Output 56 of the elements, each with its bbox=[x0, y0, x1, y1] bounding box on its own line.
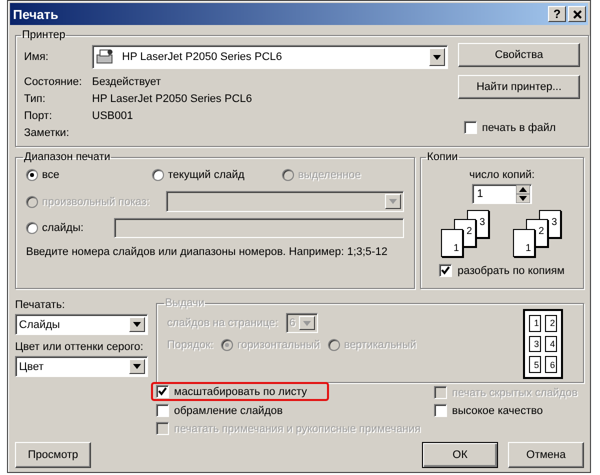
radio-button[interactable] bbox=[152, 169, 164, 181]
field-label: Тип: bbox=[24, 92, 46, 104]
collate-pages-drawing: 1 2 3 bbox=[441, 210, 491, 258]
radio-label: все bbox=[42, 169, 60, 181]
field-label: Цвет или оттенки серого: bbox=[15, 341, 144, 353]
close-button[interactable] bbox=[568, 6, 586, 22]
dropdown-arrow-icon bbox=[389, 199, 397, 204]
field-label: Состояние: bbox=[24, 76, 83, 88]
radio-button[interactable] bbox=[26, 169, 38, 181]
preview-button[interactable]: Просмотр bbox=[15, 442, 91, 468]
dropdown-arrow-icon bbox=[433, 54, 441, 60]
printer-dropdown[interactable]: HP LaserJet P2050 Series PCL6 bbox=[92, 45, 448, 69]
group-title: Копии bbox=[426, 151, 459, 163]
find-printer-button[interactable]: Найти принтер... bbox=[458, 75, 580, 99]
field-label: Печатать: bbox=[15, 299, 66, 311]
checkbox[interactable] bbox=[156, 404, 169, 417]
slides-input-field[interactable] bbox=[114, 218, 404, 238]
radio-label: слайды: bbox=[42, 222, 84, 234]
checkbox-label: масштабировать по листу bbox=[174, 386, 307, 398]
printer-icon bbox=[96, 49, 114, 65]
collate-pages-drawing: 1 2 3 bbox=[513, 210, 563, 258]
radio-label: текущий слайд bbox=[168, 169, 244, 181]
type-value: HP LaserJet P2050 Series PCL6 bbox=[92, 92, 252, 104]
dropdown-arrow-icon bbox=[303, 320, 312, 326]
checkbox[interactable] bbox=[464, 121, 477, 134]
cancel-button[interactable]: Отмена bbox=[508, 442, 584, 468]
custom-show-dropdown[interactable] bbox=[166, 191, 404, 212]
group-title: Принтер bbox=[21, 29, 66, 41]
help-button[interactable]: ? bbox=[548, 6, 566, 22]
copies-spinner[interactable]: 1 bbox=[472, 184, 532, 204]
checkbox-label: разобрать по копиям bbox=[457, 264, 565, 276]
checkbox[interactable] bbox=[439, 264, 452, 277]
group-title: Диапазон печати bbox=[23, 151, 112, 163]
window-title: Печать bbox=[13, 6, 58, 22]
close-icon bbox=[572, 10, 582, 18]
ok-button[interactable]: ОК bbox=[422, 442, 498, 468]
checkbox[interactable] bbox=[156, 385, 169, 398]
dropdown-arrow-icon bbox=[133, 364, 141, 369]
field-label: Порт: bbox=[24, 110, 53, 122]
checkbox-label: обрамление слайдов bbox=[174, 404, 283, 416]
checkbox-label: высокое качество bbox=[452, 404, 543, 416]
field-label: Имя: bbox=[24, 51, 50, 63]
properties-button[interactable]: Свойства bbox=[458, 43, 580, 67]
field-label: число копий: bbox=[469, 169, 535, 181]
port-value: USB001 bbox=[92, 110, 133, 122]
status-value: Бездействует bbox=[92, 76, 161, 88]
print-what-dropdown[interactable]: Слайды bbox=[15, 314, 148, 335]
group-title: Выдачи bbox=[164, 297, 206, 309]
dropdown-arrow-icon bbox=[133, 322, 141, 327]
radio-button[interactable] bbox=[26, 222, 38, 234]
hint-text: Введите номера слайдов или диапазоны номеров. Например: 1;3;5-12 bbox=[26, 246, 388, 258]
checkbox[interactable] bbox=[434, 404, 447, 417]
checkbox-label: печать в файл bbox=[482, 122, 556, 134]
handout-layout-preview: 1 2 3 4 5 6 bbox=[523, 309, 563, 379]
color-dropdown[interactable]: Цвет bbox=[15, 356, 148, 377]
field-label: Заметки: bbox=[24, 126, 70, 138]
